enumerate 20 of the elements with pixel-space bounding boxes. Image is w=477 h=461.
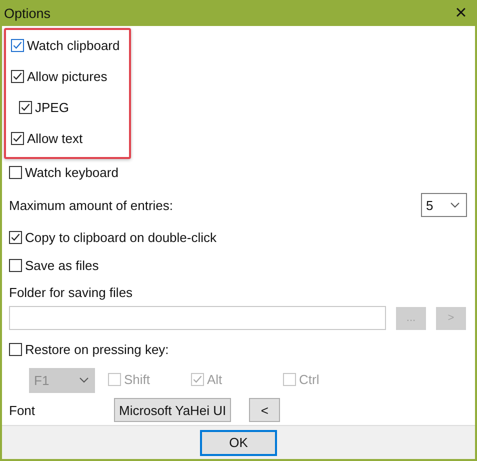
- checkbox[interactable]: Restore on pressing key:: [9, 342, 169, 356]
- dropdown[interactable]: 5: [421, 193, 467, 217]
- font-button[interactable]: Microsoft YaHei UI: [114, 398, 232, 422]
- field-label: Folder for saving files: [9, 284, 133, 300]
- close-button[interactable]: ×: [445, 0, 477, 26]
- window-title: Options: [4, 6, 51, 20]
- caret-icon: [450, 202, 460, 208]
- caret-icon: [79, 377, 89, 383]
- checkbox[interactable]: Allow pictures: [11, 69, 108, 84]
- folder-input-field[interactable]: [9, 306, 386, 330]
- checkbox[interactable]: Watch keyboard: [9, 164, 118, 180]
- field-label: Font: [9, 402, 36, 418]
- checkbox[interactable]: Allow text: [11, 131, 83, 146]
- checkbox[interactable]: Save as files: [9, 258, 99, 272]
- checkbox[interactable]: JPEG: [19, 100, 69, 115]
- ok-button[interactable]: OK: [200, 430, 277, 456]
- field-label: Maximum amount of entries:: [9, 198, 174, 212]
- reset-font-button[interactable]: <: [249, 398, 280, 422]
- checkbox[interactable]: Copy to clipboard on double-click: [9, 230, 216, 244]
- checkbox[interactable]: Watch clipboard: [11, 38, 120, 53]
